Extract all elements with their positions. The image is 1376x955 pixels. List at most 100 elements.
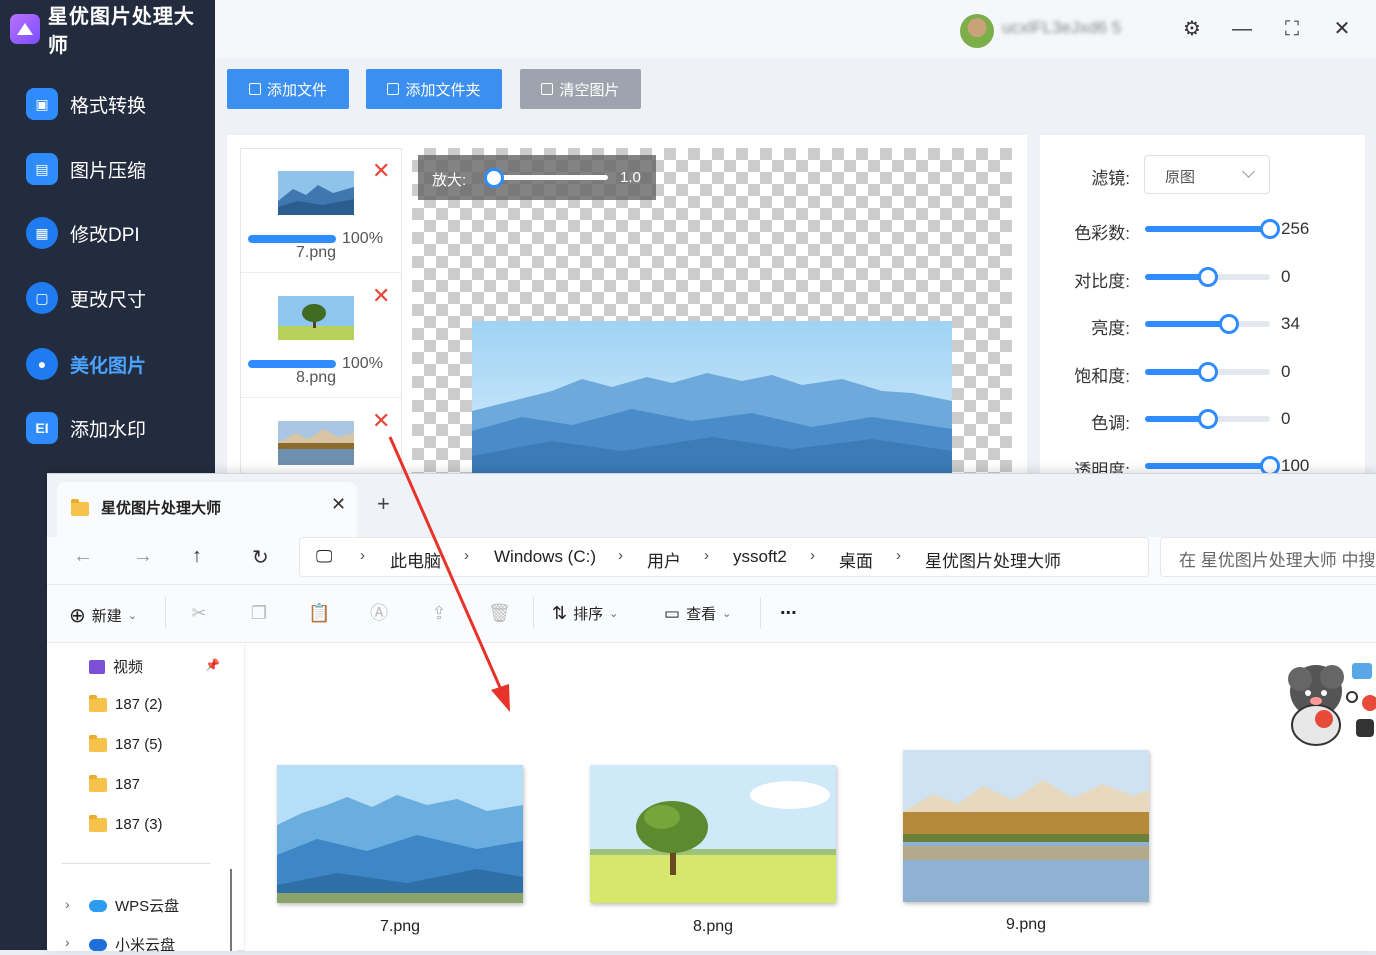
chevron-right-icon[interactable]: › — [65, 934, 70, 950]
progress-bar — [248, 235, 336, 243]
zoom-slider[interactable] — [490, 175, 608, 180]
adjust-slider[interactable] — [1145, 409, 1270, 429]
breadcrumb-item[interactable]: Windows (C:) — [494, 547, 596, 567]
nav-item-watermark[interactable]: EI 添加水印 — [0, 400, 215, 456]
clear-button[interactable]: 清空图片 — [520, 69, 641, 109]
more-button[interactable]: ... — [780, 597, 797, 620]
file-item[interactable]: ✕ — [241, 399, 401, 477]
settings-sliders-icon[interactable]: ⚙ — [1179, 16, 1205, 42]
up-icon[interactable]: ↑ — [192, 545, 202, 568]
progress-bar — [248, 360, 336, 368]
refresh-icon[interactable]: ↻ — [252, 545, 269, 570]
tree-item[interactable]: 187 (2) — [89, 694, 163, 713]
breadcrumb-item[interactable]: 用户 — [647, 547, 681, 572]
slider-value: 34 — [1281, 314, 1300, 333]
file-thumbnail — [590, 765, 836, 903]
tree-item[interactable]: 187 — [89, 774, 140, 793]
image-compress-icon: ▤ — [26, 153, 58, 185]
add-tab-icon[interactable]: + — [377, 491, 390, 517]
view-button[interactable]: ▭ 查看 ⌄ — [664, 603, 731, 624]
paste-icon[interactable]: 📋 — [308, 602, 330, 624]
delete-icon[interactable]: ✕ — [372, 410, 390, 432]
close-icon[interactable]: ✕ — [331, 494, 346, 515]
breadcrumb-item[interactable]: 桌面 — [839, 547, 873, 572]
delete-icon[interactable]: 🗑 — [488, 602, 511, 624]
file-list[interactable]: ✕ 100% 7.png ✕ 100% 8.png ✕ — [240, 148, 402, 478]
breadcrumb-item[interactable]: 星优图片处理大师 — [925, 547, 1061, 572]
share-icon[interactable]: ⇪ — [428, 602, 450, 624]
slider-handle[interactable] — [1218, 314, 1239, 334]
nav-item-beautify[interactable]: ● 美化图片 — [0, 336, 215, 392]
folder-icon — [89, 814, 107, 832]
slider-value: 256 — [1281, 219, 1310, 238]
cloud-icon — [89, 899, 107, 912]
sort-button[interactable]: ⇅ 排序 ⌄ — [552, 603, 618, 624]
breadcrumb-item[interactable]: 此电脑 — [390, 547, 441, 572]
delete-icon[interactable]: ✕ — [372, 160, 390, 182]
filter-select[interactable]: 原图 — [1144, 155, 1270, 194]
breadcrumb-item[interactable]: yssoft2 — [733, 547, 787, 567]
tree-item[interactable]: 小米云盘 — [89, 934, 175, 955]
file-card[interactable]: 9.png — [903, 750, 1149, 934]
adjust-slider[interactable] — [1145, 267, 1270, 287]
file-item[interactable]: ✕ 100% 8.png — [241, 274, 401, 398]
maximize-icon[interactable]: ⛶ — [1279, 16, 1305, 42]
rename-icon[interactable]: Ⓐ — [368, 602, 390, 624]
chevron-down-icon — [1242, 165, 1255, 178]
tree-item[interactable]: 视频 — [89, 656, 143, 677]
folder-icon — [89, 694, 107, 712]
new-button[interactable]: ⊕ 新建 ⌄ — [69, 603, 137, 628]
adjust-slider[interactable] — [1145, 362, 1270, 382]
file-card[interactable]: 8.png — [590, 765, 836, 936]
adjust-slider[interactable] — [1145, 456, 1280, 476]
slider-label: 亮度: — [1091, 319, 1130, 338]
slider-label: 色彩数: — [1074, 224, 1130, 243]
file-thumbnail — [903, 750, 1149, 902]
minimize-icon[interactable]: — — [1229, 16, 1255, 42]
add-file-button[interactable]: 添加文件 — [227, 69, 349, 109]
dpi-icon: ▦ — [26, 217, 58, 249]
add-folder-button[interactable]: 添加文件夹 — [366, 69, 502, 109]
slider-label: 对比度: — [1074, 272, 1130, 291]
zoom-control: 放大: 1.0 — [418, 155, 656, 200]
address-bar[interactable]: 🖵 › 此电脑 › Windows (C:) › 用户 › yssoft2 › … — [299, 537, 1149, 577]
tab-current[interactable]: 星优图片处理大师 ✕ — [57, 482, 357, 537]
adjust-slider[interactable] — [1145, 219, 1280, 239]
forward-icon[interactable]: → — [133, 545, 153, 568]
add-folder-label: 添加文件夹 — [405, 81, 481, 99]
sort-label: 排序 — [573, 606, 604, 623]
separator — [760, 597, 761, 629]
close-icon[interactable]: ✕ — [1329, 16, 1355, 42]
nav-item-format-convert[interactable]: ▣ 格式转换 — [0, 76, 215, 132]
filter-label: 滤镜: — [1091, 169, 1130, 188]
adjust-slider[interactable] — [1145, 314, 1270, 334]
tree-item[interactable]: 187 (3) — [89, 814, 163, 833]
chevron-right-icon[interactable]: › — [65, 896, 70, 912]
slider-handle[interactable] — [1197, 362, 1218, 382]
view-icon: ▭ — [664, 603, 681, 623]
tree-item[interactable]: 187 (5) — [89, 734, 163, 753]
slider-handle[interactable] — [1197, 409, 1218, 429]
file-item[interactable]: ✕ 100% 7.png — [241, 149, 401, 273]
pin-icon[interactable]: 📌 — [205, 658, 220, 672]
delete-icon[interactable]: ✕ — [372, 285, 390, 307]
cut-icon[interactable]: ✂ — [188, 602, 210, 624]
nav-item-dpi[interactable]: ▦ 修改DPI — [0, 205, 215, 261]
tree-label: 小米云盘 — [115, 937, 176, 954]
scrollbar[interactable] — [230, 869, 232, 951]
slider-handle[interactable] — [1260, 219, 1280, 239]
nav-item-compress[interactable]: ▤ 图片压缩 — [0, 141, 215, 197]
file-card[interactable]: 7.png — [277, 765, 523, 936]
slider-label: 饱和度: — [1074, 367, 1130, 386]
command-bar: ⊕ 新建 ⌄ ✂ ❐ 📋 Ⓐ ⇪ 🗑 ⇅ 排序 ⌄ ▭ 查看 ⌄ ... — [47, 585, 1376, 643]
avatar[interactable] — [960, 14, 994, 48]
brand: 星优图片处理大师 — [0, 0, 215, 58]
nav-item-resize[interactable]: ▢ 更改尺寸 — [0, 270, 215, 326]
slider-handle[interactable] — [1197, 267, 1218, 287]
copy-icon[interactable]: ❐ — [248, 602, 270, 624]
beautify-icon: ● — [26, 348, 58, 380]
back-icon[interactable]: ← — [73, 545, 93, 568]
zoom-slider-handle[interactable] — [484, 168, 504, 188]
tree-item[interactable]: WPS云盘 — [89, 895, 179, 916]
search-input[interactable]: 在 星优图片处理大师 中搜 — [1160, 537, 1376, 577]
